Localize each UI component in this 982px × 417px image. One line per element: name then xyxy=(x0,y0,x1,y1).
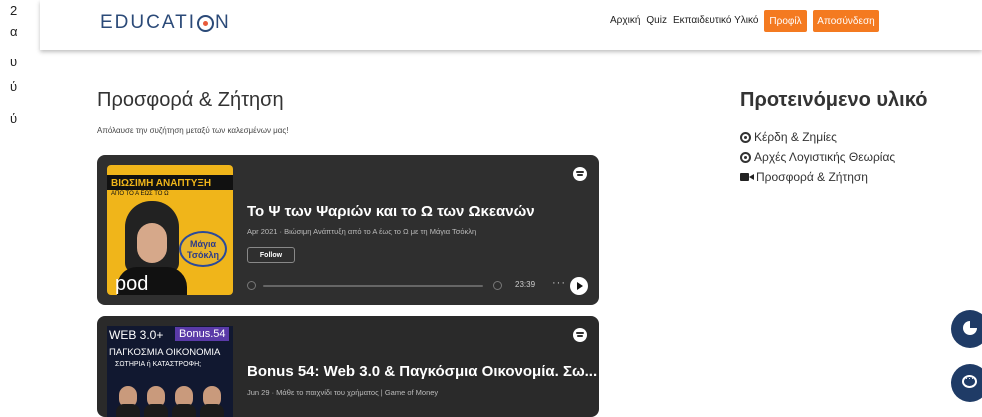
page-subtitle: Απόλαυσε την συζήτηση μεταξύ των καλεσμέ… xyxy=(97,126,289,135)
episode-cover-art: ΒΙΩΣΙΜΗ ΑΝΑΠΤΥΞΗ ΑΠΟ ΤΟ Α ΕΩΣ ΤΟ Ω Μάγια… xyxy=(107,165,233,295)
cover-guest-name: Μάγια Τσόκλη xyxy=(179,231,227,267)
guest-face-shape xyxy=(137,223,167,263)
nav-educational-material[interactable]: Εκπαιδευτικό Υλικό xyxy=(673,15,758,26)
podcast-icon xyxy=(740,151,751,163)
guest-body-shape xyxy=(172,404,196,417)
recommended-item[interactable]: Αρχές Λογιστικής Θεωρίας xyxy=(740,147,895,167)
recommended-item[interactable]: Κέρδη & Ζημίες xyxy=(740,127,895,147)
cover-heading: ΒΙΩΣΙΜΗ ΑΝΑΠΤΥΞΗ xyxy=(107,175,233,190)
cover-subheading: ΠΑΓΚΟΣΜΙΑ ΟΙΚΟΝΟΜΙΑ xyxy=(109,347,221,358)
cover-brand: pod xyxy=(115,273,149,295)
top-navbar: EDUCATI N Αρχική Quiz Εκπαιδευτικό Υλικό … xyxy=(40,0,982,50)
video-icon xyxy=(740,173,754,181)
episode-meta: Jun 29 · Μάθε το παιχνίδι του χρήματος |… xyxy=(247,388,439,397)
floating-action-button[interactable] xyxy=(951,310,982,348)
more-options-icon[interactable]: ··· xyxy=(552,277,566,289)
rewind-icon[interactable] xyxy=(247,281,256,290)
cover-subheading: ΑΠΟ ΤΟ Α ΕΩΣ ΤΟ Ω xyxy=(111,191,169,197)
stray-glyph: υ xyxy=(10,54,18,69)
episode-cover-art: WEB 3.0+ Bonus.54 ΠΑΓΚΟΣΜΙΑ ΟΙΚΟΝΟΜΙΑ ΣΩ… xyxy=(107,326,233,417)
education-logo[interactable]: EDUCATI N xyxy=(100,12,231,34)
duration-label: 23:39 xyxy=(515,280,536,289)
nav-home[interactable]: Αρχική xyxy=(610,15,640,26)
logo-text: N xyxy=(214,12,231,33)
stray-glyph: 2 xyxy=(10,3,18,18)
spotify-icon[interactable] xyxy=(573,328,587,342)
chat-bubble-icon xyxy=(962,373,977,388)
pie-chart-icon xyxy=(963,321,977,335)
logo-text: EDUCATI xyxy=(100,12,196,33)
recommended-item-label: Προσφορά & Ζήτηση xyxy=(756,170,868,184)
guest-body-shape xyxy=(200,404,224,417)
logo-mark-icon xyxy=(196,14,214,32)
spotify-icon[interactable] xyxy=(573,167,587,181)
recommended-title: Προτεινόμενο υλικό xyxy=(740,89,928,111)
main-nav: Αρχική Quiz Εκπαιδευτικό Υλικό xyxy=(610,15,758,26)
audio-player: 23:39 ··· xyxy=(247,277,589,295)
spotify-embed-episode[interactable]: WEB 3.0+ Bonus.54 ΠΑΓΚΟΣΜΙΑ ΟΙΚΟΝΟΜΙΑ ΣΩ… xyxy=(97,316,599,417)
progress-bar[interactable] xyxy=(263,285,483,287)
recommended-list: Κέρδη & Ζημίες Αρχές Λογιστικής Θεωρίας … xyxy=(740,127,895,187)
cover-tagline: ΣΩΤΗΡΙΑ ή ΚΑΤΑΣΤΡΟΦΗ; xyxy=(115,361,202,368)
podcast-icon xyxy=(740,131,751,143)
episode-meta: Apr 2021 · Βιώσιμη Ανάπτυξη από το Α έως… xyxy=(247,227,477,236)
cover-bonus-badge: Bonus.54 xyxy=(175,327,230,341)
logout-button[interactable]: Αποσύνδεση xyxy=(813,10,879,32)
stray-glyph: ύ xyxy=(10,111,18,126)
stray-glyph: ύ xyxy=(10,79,18,94)
episode-title[interactable]: Το Ψ των Ψαριών και το Ω των Ωκεανών xyxy=(247,203,535,220)
page-title: Προσφορά & Ζήτηση xyxy=(97,89,284,111)
recommended-item-label: Αρχές Λογιστικής Θεωρίας xyxy=(754,150,896,164)
recommended-item-label: Κέρδη & Ζημίες xyxy=(754,130,837,144)
stray-text-column: 2 α υ ύ ύ xyxy=(0,0,40,140)
episode-title[interactable]: Bonus 54: Web 3.0 & Παγκόσμια Οικονομία.… xyxy=(247,363,597,380)
cover-heading: WEB 3.0+ xyxy=(109,328,164,342)
recommended-item[interactable]: Προσφορά & Ζήτηση xyxy=(740,167,895,187)
spotify-embed-episode[interactable]: ΒΙΩΣΙΜΗ ΑΝΑΠΤΥΞΗ ΑΠΟ ΤΟ Α ΕΩΣ ΤΟ Ω Μάγια… xyxy=(97,155,599,305)
play-button[interactable] xyxy=(570,277,588,295)
guest-body-shape xyxy=(116,404,140,417)
guest-body-shape xyxy=(144,404,168,417)
nav-quiz[interactable]: Quiz xyxy=(646,15,667,26)
stray-glyph: α xyxy=(10,24,18,39)
chat-button[interactable] xyxy=(951,364,982,402)
forward-icon[interactable] xyxy=(493,281,502,290)
profile-button[interactable]: Προφίλ xyxy=(764,10,807,32)
follow-button[interactable]: Follow xyxy=(247,247,295,263)
